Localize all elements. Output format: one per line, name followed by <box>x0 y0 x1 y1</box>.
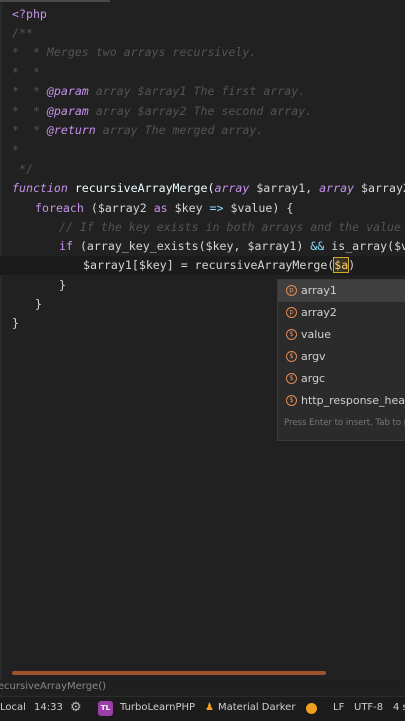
foreach-line: foreach ($array2 as $key => $value) { <box>35 201 294 215</box>
completion-item[interactable]: $ argc <box>278 368 405 390</box>
vcs-branch[interactable]: Local <box>0 702 26 713</box>
bug-icon[interactable]: ⚙ <box>70 700 82 715</box>
horizontal-scrollbar[interactable] <box>12 671 326 675</box>
variable-icon: $ <box>286 329 297 340</box>
indent-setting[interactable]: 4 s <box>393 702 405 713</box>
code-comment: // If the key exists in both arrays and … <box>59 220 402 234</box>
function-declaration: function recursiveArrayMerge(array $arra… <box>12 181 405 195</box>
completion-item[interactable]: p array2 <box>278 302 405 324</box>
completion-item[interactable]: p array1 <box>278 280 405 302</box>
line-ending[interactable]: LF <box>333 702 344 713</box>
code-line: } <box>59 278 66 292</box>
notification-dot-icon[interactable] <box>306 703 317 714</box>
autocomplete-hint: Press Enter to insert, Tab to replace <box>284 418 405 428</box>
status-bar: Local 14:33 ⚙ TL TurboLearnPHP ♟ Materia… <box>0 696 405 721</box>
completion-item[interactable]: $ http_response_header <box>278 390 405 412</box>
code-line: * <box>12 143 19 157</box>
code-line: * * @param array $array1 The first array… <box>12 84 306 98</box>
code-line: * * <box>12 65 40 79</box>
current-line[interactable]: $array1[$key] = recursiveArrayMerge($a) <box>0 256 405 275</box>
file-encoding[interactable]: UTF-8 <box>354 702 383 713</box>
theme-icon: ♟ <box>205 702 214 713</box>
variable-icon: $ <box>286 351 297 362</box>
code-line: <?php <box>12 7 47 21</box>
theme-name[interactable]: Material Darker <box>218 702 295 713</box>
completion-item[interactable]: $ argv <box>278 346 405 368</box>
autocomplete-popup: p array1 p array2 $ value $ argv $ argc … <box>277 279 405 441</box>
code-line: * * @return array The merged array. <box>12 123 264 137</box>
if-line: if (array_key_exists($key, $array1) && i… <box>59 239 405 253</box>
variable-icon: $ <box>286 373 297 384</box>
status-time: 14:33 <box>34 702 63 713</box>
text-caret: $a <box>333 257 350 273</box>
code-line: } <box>12 316 19 330</box>
breadcrumb[interactable]: recursiveArrayMerge() <box>0 680 405 694</box>
variable-icon: $ <box>286 395 297 406</box>
code-line: */ <box>12 162 33 176</box>
plugin-name[interactable]: TurboLearnPHP <box>120 702 195 713</box>
code-line: * * Merges two arrays recursively. <box>12 45 257 59</box>
property-icon: p <box>286 307 297 318</box>
code-line: } <box>35 297 42 311</box>
completion-item[interactable]: $ value <box>278 324 405 346</box>
code-line: /** <box>12 26 33 40</box>
code-line: * * @param array $array2 The second arra… <box>12 104 313 118</box>
plugin-badge[interactable]: TL <box>98 701 113 716</box>
property-icon: p <box>286 285 297 296</box>
